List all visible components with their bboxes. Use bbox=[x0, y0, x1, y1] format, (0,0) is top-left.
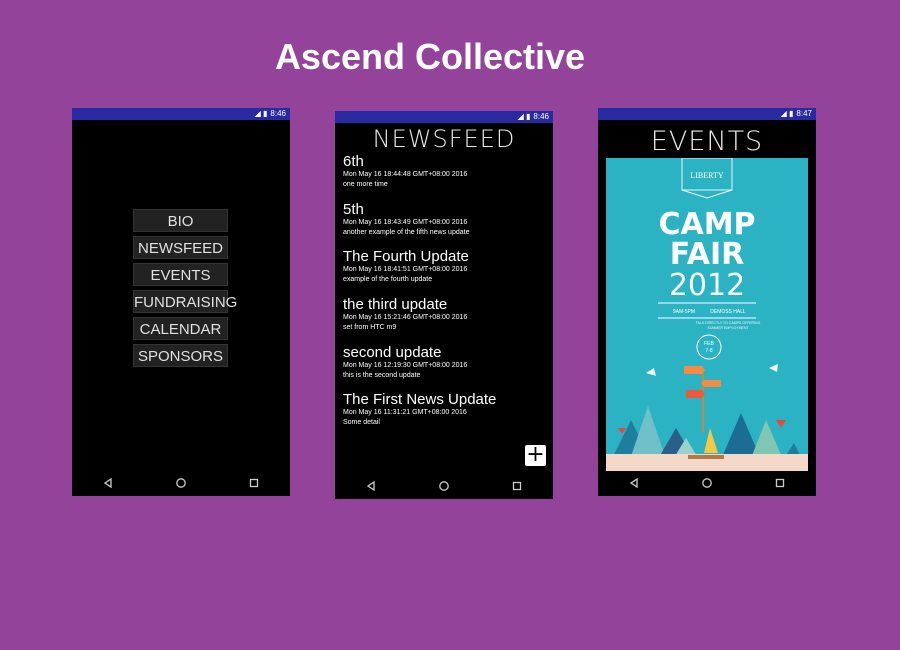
poster-note-1: TALK DIRECTLY TO CAMPS OFFERING bbox=[696, 321, 761, 325]
news-body: one more time bbox=[343, 181, 388, 188]
news-item[interactable]: 6th Mon May 16 18:44:48 GMT+08:00 2016 o… bbox=[343, 153, 545, 190]
menu-item-events[interactable]: EVENTS bbox=[133, 263, 228, 286]
back-icon[interactable] bbox=[361, 476, 381, 496]
news-body: another example of the fifth news update bbox=[343, 229, 470, 236]
poster-title-fair: FAIR bbox=[670, 237, 745, 272]
status-bar: ◢ ▮ 8:46 bbox=[335, 111, 553, 123]
nav-bar bbox=[598, 470, 816, 496]
event-poster[interactable]: LIBERTY CAMP FAIR 2012 9AM-5PM DEMOSS HA… bbox=[606, 158, 808, 471]
news-title: The Fourth Update bbox=[343, 248, 469, 265]
phone-newsfeed-screen: ◢ ▮ 8:46 NEWSFEED 6th Mon May 16 18:44:48… bbox=[335, 111, 553, 499]
signal-icon: ◢ ▮ bbox=[254, 109, 268, 118]
news-body: this is the second update bbox=[343, 372, 421, 379]
menu-item-sponsors[interactable]: SPONSORS bbox=[133, 344, 228, 367]
events-heading: EVENTS bbox=[650, 126, 764, 157]
status-bar: ◢ ▮ 8:47 bbox=[598, 108, 816, 120]
nav-bar bbox=[335, 473, 553, 499]
back-icon[interactable] bbox=[624, 473, 644, 493]
status-bar: ◢ ▮ 8:46 bbox=[72, 108, 290, 120]
news-item[interactable]: the third update Mon May 16 15:21:46 GMT… bbox=[343, 296, 545, 333]
home-icon[interactable] bbox=[697, 473, 717, 493]
news-title: 6th bbox=[343, 153, 364, 170]
poster-note-2: SUMMER EMPLOYMENT bbox=[707, 326, 749, 330]
menu-item-calendar[interactable]: CALENDAR bbox=[133, 317, 228, 340]
news-title: second update bbox=[343, 344, 442, 361]
news-item[interactable]: 5th Mon May 16 18:43:49 GMT+08:00 2016 a… bbox=[343, 201, 545, 238]
signal-icon: ◢ ▮ bbox=[780, 109, 794, 118]
add-news-button[interactable]: + bbox=[525, 444, 546, 466]
recents-icon[interactable] bbox=[507, 476, 527, 496]
poster-date-days: 7-8 bbox=[705, 348, 712, 354]
page-title: Ascend Collective bbox=[274, 36, 586, 77]
status-time: 8:46 bbox=[533, 112, 549, 121]
signal-icon: ◢ ▮ bbox=[517, 112, 531, 121]
home-icon[interactable] bbox=[434, 476, 454, 496]
status-time: 8:47 bbox=[796, 109, 812, 118]
poster-venue: DEMOSS HALL bbox=[710, 309, 746, 315]
news-date: Mon May 16 11:31:21 GMT+08:00 2016 bbox=[343, 409, 467, 416]
home-icon[interactable] bbox=[171, 473, 191, 493]
phone-menu-screen: ◢ ▮ 8:46 BIO NEWSFEED EVENTS FUNDRAISING … bbox=[72, 108, 290, 496]
phone-events-screen: ◢ ▮ 8:47 EVENTS LIBERTY CAMP FAIR 2012 9A… bbox=[598, 108, 816, 496]
status-time: 8:46 bbox=[270, 109, 286, 118]
news-date: Mon May 16 18:44:48 GMT+08:00 2016 bbox=[343, 171, 468, 178]
news-date: Mon May 16 18:43:49 GMT+08:00 2016 bbox=[343, 219, 468, 226]
menu-item-newsfeed[interactable]: NEWSFEED bbox=[133, 236, 228, 259]
nav-bar bbox=[72, 470, 290, 496]
poster-date-month: FEB bbox=[704, 341, 714, 347]
poster-time: 9AM-5PM bbox=[673, 309, 695, 315]
news-item[interactable]: second update Mon May 16 12:19:30 GMT+08… bbox=[343, 344, 545, 381]
news-title: The First News Update bbox=[343, 391, 497, 408]
poster-year: 2012 bbox=[669, 268, 745, 303]
news-date: Mon May 16 12:19:30 GMT+08:00 2016 bbox=[343, 362, 468, 369]
news-item[interactable]: The Fourth Update Mon May 16 18:41:51 GM… bbox=[343, 248, 545, 285]
poster-logo: LIBERTY bbox=[690, 171, 724, 180]
newsfeed-heading: NEWSFEED bbox=[372, 125, 516, 153]
news-title: 5th bbox=[343, 201, 364, 218]
recents-icon[interactable] bbox=[770, 473, 790, 493]
recents-icon[interactable] bbox=[244, 473, 264, 493]
news-body: Some detail bbox=[343, 419, 380, 426]
news-date: Mon May 16 18:41:51 GMT+08:00 2016 bbox=[343, 266, 468, 273]
camp-fair-poster-art: LIBERTY CAMP FAIR 2012 9AM-5PM DEMOSS HA… bbox=[606, 158, 808, 471]
news-date: Mon May 16 15:21:46 GMT+08:00 2016 bbox=[343, 314, 468, 321]
news-body: example of the fourth update bbox=[343, 276, 433, 283]
news-title: the third update bbox=[343, 296, 448, 313]
menu-item-fundraising[interactable]: FUNDRAISING bbox=[133, 290, 237, 313]
news-item[interactable]: The First News Update Mon May 16 11:31:2… bbox=[343, 391, 545, 428]
menu-item-bio[interactable]: BIO bbox=[133, 209, 228, 232]
back-icon[interactable] bbox=[98, 473, 118, 493]
news-body: set from HTC m9 bbox=[343, 324, 397, 331]
